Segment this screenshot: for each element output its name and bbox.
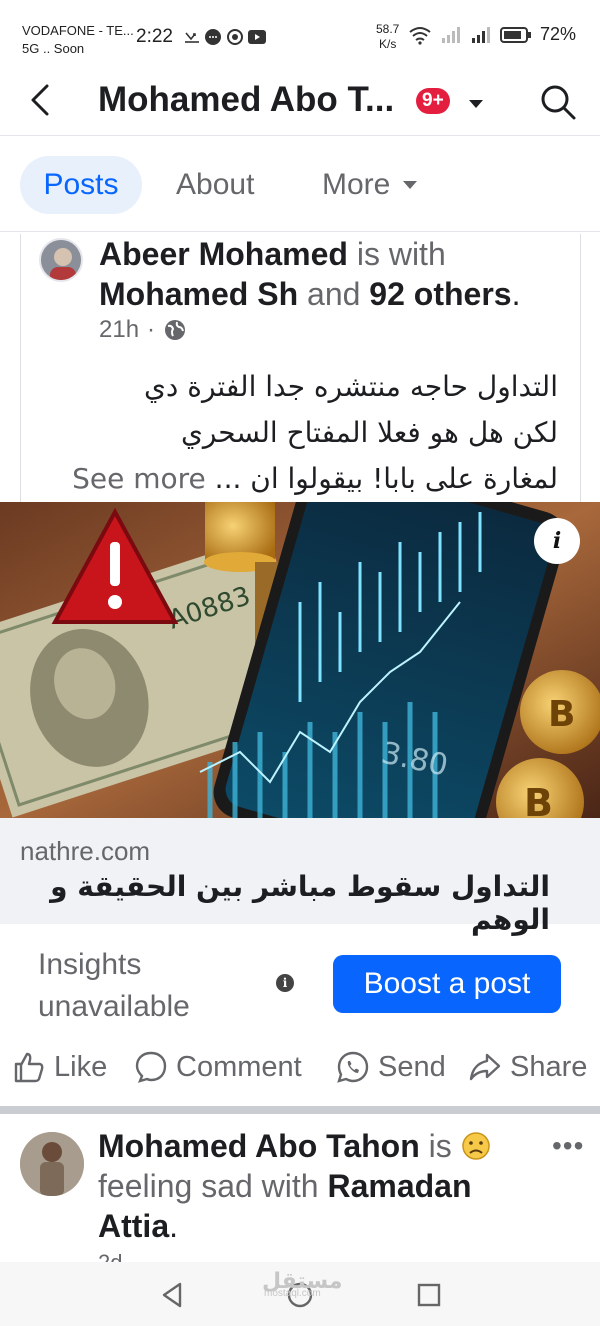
insights-status: Insights unavailable	[38, 948, 190, 1023]
signal-icon-sim1	[442, 26, 460, 43]
post-card: Abeer Mohamed is with Mohamed Sh and 92 …	[20, 234, 581, 502]
send-label: Send	[378, 1050, 446, 1083]
boost-post-button[interactable]: Boost a post	[333, 955, 561, 1013]
nav-back-icon[interactable]	[158, 1280, 188, 1310]
caret-down-icon	[469, 100, 483, 108]
status-bar: VODAFONE - TE... 5G .. Soon 2:22 58.7 K/…	[0, 0, 600, 64]
search-button[interactable]	[538, 82, 578, 122]
meta-separator: ·	[147, 316, 156, 343]
tab-posts[interactable]: Posts	[20, 156, 142, 214]
sad-face-icon	[461, 1132, 490, 1160]
info-icon: i	[552, 528, 562, 554]
share-label: Share	[510, 1050, 588, 1083]
search-icon	[541, 85, 576, 120]
youtube-icon	[248, 30, 266, 44]
missed-call-icon	[185, 32, 199, 43]
post-text-line: التداول حاجه منتشره جدا الفترة دي	[144, 370, 558, 403]
carrier-name: VODAFONE - TE...	[22, 23, 134, 38]
trading-illustration: A0883 3.80 B B	[0, 502, 600, 818]
share-icon	[469, 1053, 501, 1081]
is-text: is	[428, 1128, 452, 1164]
title-dropdown-button[interactable]	[468, 96, 484, 114]
svg-text:B: B	[524, 781, 553, 818]
whatsapp-icon	[337, 1051, 369, 1083]
more-options-button[interactable]: •••	[552, 1130, 584, 1162]
ad-info-button[interactable]: i	[534, 518, 580, 564]
post-link-image[interactable]: A0883 3.80 B B	[0, 502, 600, 818]
insights-row: Insights unavailable i Boost a post	[0, 924, 600, 1036]
post-meta: 21h ·	[99, 316, 187, 344]
avatar-image	[41, 240, 81, 280]
messenger-icon	[205, 29, 221, 45]
author-avatar[interactable]	[39, 238, 83, 282]
post-text-line-last: لمغارة على بابا! بيقولوا ان ... See more	[38, 456, 558, 502]
carrier-info: VODAFONE - TE... 5G .. Soon	[22, 22, 134, 58]
notification-icons	[184, 28, 266, 46]
page-title[interactable]: Mohamed Abo T...	[98, 80, 394, 120]
feed-divider	[0, 1106, 600, 1114]
feeling-text: feeling sad with	[98, 1168, 319, 1204]
post-text-line: لكن هل هو فعلا المفتاح السحري	[180, 416, 558, 449]
see-more-link[interactable]: See more	[72, 462, 206, 495]
app-notification-icon	[227, 29, 243, 45]
network-speed-value: 58.7	[376, 22, 400, 36]
author-name[interactable]: Abeer Mohamed	[99, 236, 348, 272]
globe-icon[interactable]	[163, 318, 187, 342]
like-button[interactable]: Like	[12, 1050, 107, 1084]
comment-icon	[135, 1051, 167, 1083]
like-label: Like	[54, 1050, 108, 1083]
network-speed: 58.7 K/s	[376, 22, 399, 52]
system-indicators: 72%	[408, 24, 576, 45]
with-text: is with	[356, 236, 446, 272]
back-arrow-icon	[31, 84, 49, 116]
profile-tabs: Posts About More	[0, 136, 600, 232]
post-text-line: لمغارة على بابا! بيقولوا ان ...	[214, 462, 558, 495]
post-text: التداول حاجه منتشره جدا الفترة دي لكن هل…	[38, 364, 558, 502]
post-actions: Like Comment Send Share	[0, 1040, 600, 1104]
tab-about[interactable]: About	[176, 156, 254, 214]
battery-percent: 72%	[540, 24, 577, 44]
caret-down-icon	[403, 181, 418, 189]
post-header: Mohamed Abo Tahon is feeling sad with Ra…	[98, 1126, 538, 1246]
notification-badge[interactable]: 9+	[416, 88, 450, 114]
thumbs-up-icon	[14, 1052, 44, 1083]
network-speed-unit: K/s	[379, 37, 397, 51]
svg-text:B: B	[548, 694, 575, 735]
nav-recents-icon[interactable]	[414, 1280, 444, 1310]
comment-button[interactable]: Comment	[134, 1050, 302, 1084]
tagged-others-link[interactable]: 92 others	[369, 276, 511, 312]
author-avatar[interactable]	[20, 1132, 84, 1196]
battery-icon	[500, 26, 531, 43]
tagged-user[interactable]: Mohamed Sh	[99, 276, 298, 312]
signal-icon-sim2	[472, 26, 490, 43]
comment-label: Comment	[176, 1050, 302, 1083]
page-header: Mohamed Abo T... 9+	[0, 64, 600, 136]
post-header-period: .	[169, 1208, 178, 1244]
wifi-icon	[409, 26, 431, 45]
send-button[interactable]: Send	[336, 1050, 446, 1084]
back-button[interactable]	[22, 80, 58, 120]
tab-more-label: More	[322, 168, 391, 201]
author-name[interactable]: Mohamed Abo Tahon	[98, 1128, 420, 1164]
network-type: 5G .. Soon	[22, 41, 85, 56]
link-preview[interactable]: nathre.com التداول سقوط مباشر بين الحقيق…	[0, 818, 600, 936]
tab-more[interactable]: More	[322, 156, 418, 214]
post-time[interactable]: 21h	[99, 316, 139, 344]
info-icon[interactable]: i	[276, 974, 294, 992]
watermark-domain: mostaql.com	[264, 1288, 321, 1299]
and-text: and	[307, 276, 361, 312]
link-domain: nathre.com	[20, 836, 151, 866]
post-header: Abeer Mohamed is with Mohamed Sh and 92 …	[99, 236, 521, 312]
avatar-image	[20, 1132, 84, 1196]
share-button[interactable]: Share	[468, 1050, 587, 1084]
clock: 2:22	[136, 26, 173, 47]
